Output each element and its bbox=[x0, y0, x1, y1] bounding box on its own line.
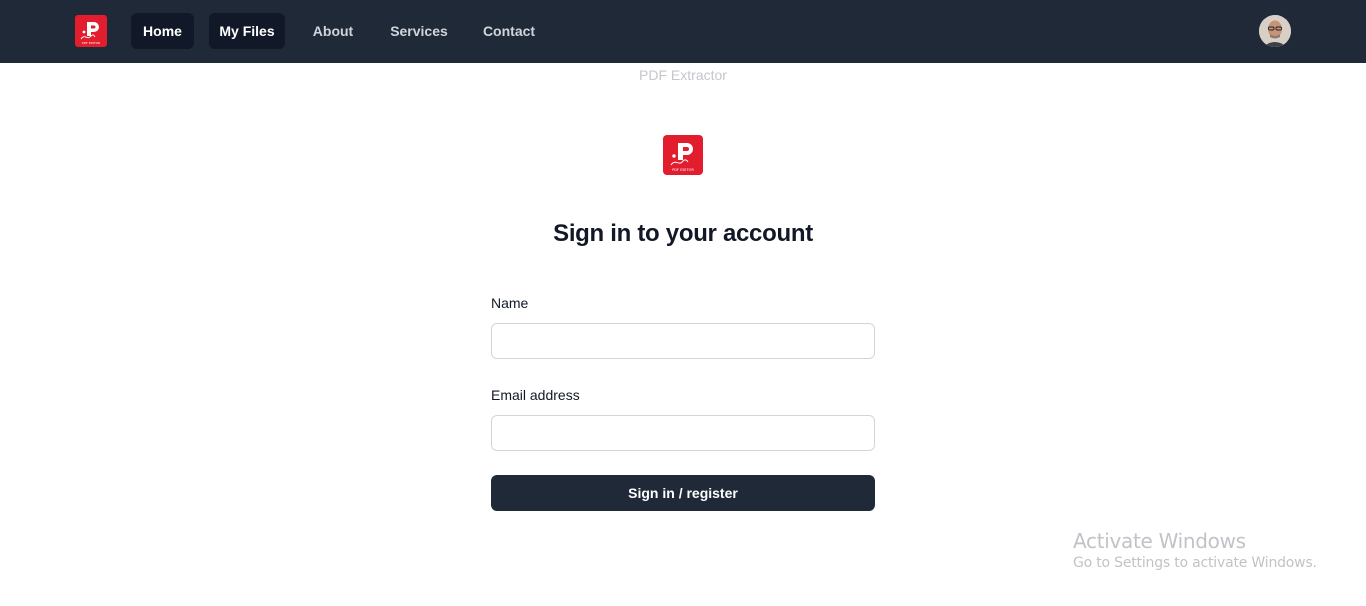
nav-contact-link[interactable]: Contact bbox=[472, 13, 546, 49]
nav-my-files-link[interactable]: My Files bbox=[209, 13, 285, 49]
app-name-title: PDF Extractor bbox=[639, 67, 727, 83]
pdf-editor-logo-icon: PDF EDITOR bbox=[663, 135, 703, 175]
name-input[interactable] bbox=[491, 323, 875, 359]
top-navbar: PDF EDITOR Home My Files About Services … bbox=[0, 0, 1366, 63]
svg-text:PDF EDITOR: PDF EDITOR bbox=[672, 168, 694, 172]
name-label: Name bbox=[491, 295, 529, 311]
activate-windows-subtitle: Go to Settings to activate Windows. bbox=[1073, 555, 1317, 571]
nav-about-link[interactable]: About bbox=[301, 13, 365, 49]
nav-home-link[interactable]: Home bbox=[131, 13, 194, 49]
user-avatar[interactable] bbox=[1259, 15, 1291, 47]
email-label: Email address bbox=[491, 387, 580, 403]
svg-text:PDF EDITOR: PDF EDITOR bbox=[82, 41, 100, 45]
email-input[interactable] bbox=[491, 415, 875, 451]
pdf-editor-logo-icon[interactable]: PDF EDITOR bbox=[75, 15, 107, 47]
activate-windows-title: Activate Windows bbox=[1073, 529, 1246, 553]
nav-services-link[interactable]: Services bbox=[381, 13, 457, 49]
sign-in-heading: Sign in to your account bbox=[553, 220, 813, 247]
sign-in-register-button[interactable]: Sign in / register bbox=[491, 475, 875, 511]
